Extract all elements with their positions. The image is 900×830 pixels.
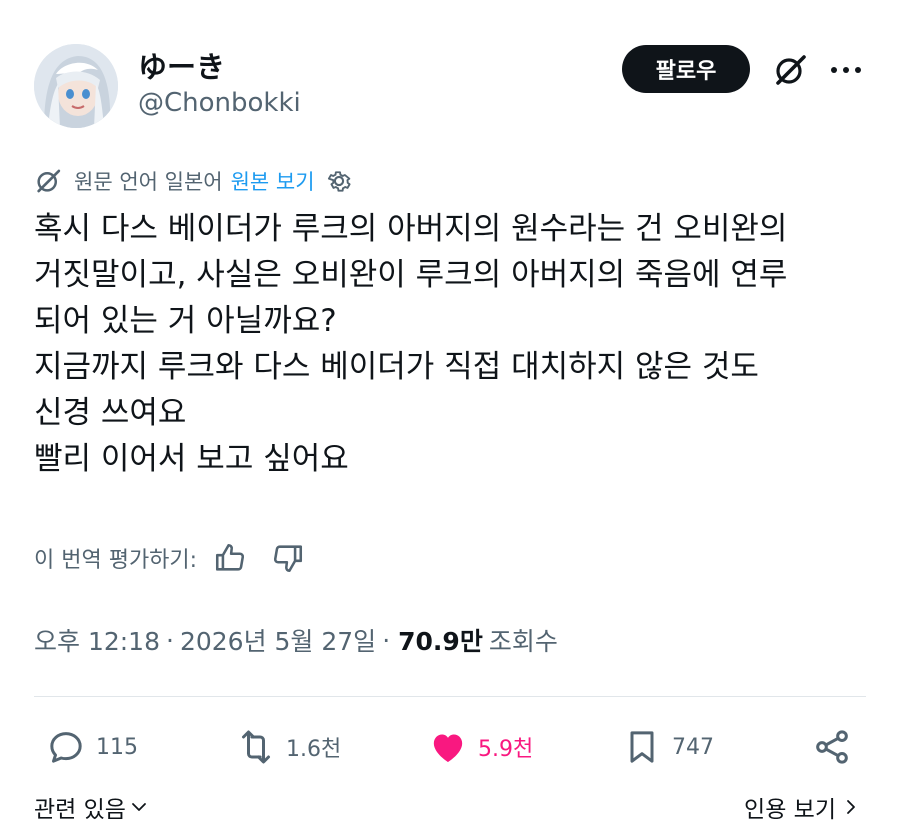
view-quotes-link[interactable]: 인용 보기 bbox=[744, 790, 858, 824]
related-dropdown[interactable]: 관련 있음 bbox=[34, 790, 148, 824]
reply-count: 115 bbox=[96, 734, 138, 760]
divider bbox=[34, 696, 866, 697]
translation-source-label: 원문 언어 일본어 bbox=[74, 170, 223, 194]
view-count-label: 조회수 bbox=[488, 627, 558, 656]
related-label: 관련 있음 bbox=[34, 797, 126, 823]
gear-icon[interactable] bbox=[325, 167, 353, 195]
grok-translate-icon bbox=[37, 169, 61, 193]
more-options-icon[interactable] bbox=[826, 54, 866, 86]
tweet-line: 혹시 다스 베이더가 루크의 아버지의 원수라는 건 오비완의 bbox=[34, 211, 788, 247]
thumbs-down-icon[interactable] bbox=[271, 541, 305, 575]
grok-icon[interactable] bbox=[772, 52, 808, 88]
translation-notice: 원문 언어 일본어 원본 보기 bbox=[34, 166, 353, 196]
tweet-line: 빨리 이어서 보고 싶어요 bbox=[34, 441, 349, 477]
chevron-right-icon bbox=[847, 800, 855, 814]
tweet-line: 신경 쓰여요 bbox=[34, 395, 187, 431]
avatar[interactable] bbox=[34, 44, 118, 128]
share-button[interactable] bbox=[812, 722, 852, 772]
thumbs-up-icon[interactable] bbox=[213, 541, 247, 575]
rate-translation-label: 이 번역 평가하기: bbox=[34, 548, 198, 573]
retweet-button[interactable]: 1.6천 bbox=[236, 722, 341, 772]
heart-filled-icon bbox=[433, 734, 463, 762]
tweet-meta: 오후 12:18 · 2026년 5월 27일 · 70.9만 조회수 bbox=[34, 622, 558, 658]
rate-translation: 이 번역 평가하기: bbox=[34, 538, 305, 578]
user-handle[interactable]: @Chonbokki bbox=[138, 88, 301, 118]
tweet-line: 지금까지 루크와 다스 베이더가 직접 대치하지 않은 것도 bbox=[34, 349, 759, 385]
meta-separator: · bbox=[382, 625, 391, 655]
like-count: 5.9천 bbox=[478, 737, 534, 762]
bookmark-icon bbox=[630, 731, 654, 763]
view-count: 70.9만 bbox=[398, 627, 483, 656]
bookmark-count: 747 bbox=[672, 734, 714, 760]
tweet-text: 혹시 다스 베이더가 루크의 아버지의 원수라는 건 오비완의 거짓말이고, 사… bbox=[34, 206, 884, 482]
chevron-down-icon bbox=[132, 803, 146, 811]
bookmark-button[interactable]: 747 bbox=[622, 722, 714, 772]
follow-button[interactable]: 팔로우 bbox=[622, 45, 750, 93]
view-quotes-label: 인용 보기 bbox=[744, 797, 836, 823]
meta-separator: · bbox=[166, 625, 174, 655]
tweet-time[interactable]: 오후 12:18 bbox=[34, 622, 160, 658]
share-icon bbox=[816, 730, 848, 764]
display-name[interactable]: ゆーき bbox=[138, 44, 225, 86]
tweet-line: 되어 있는 거 아닐까요? bbox=[34, 303, 337, 339]
tweet-date[interactable]: 2026년 5월 27일 bbox=[180, 622, 376, 658]
reply-button[interactable]: 115 bbox=[46, 722, 138, 772]
retweet-icon bbox=[242, 730, 270, 764]
retweet-count: 1.6천 bbox=[286, 737, 342, 762]
avatar-image bbox=[34, 44, 118, 128]
show-original-link[interactable]: 원본 보기 bbox=[231, 166, 315, 196]
reply-icon bbox=[50, 732, 82, 763]
like-button[interactable]: 5.9천 bbox=[428, 722, 533, 772]
tweet-line: 거짓말이고, 사실은 오비완이 루크의 아버지의 죽음에 연루 bbox=[34, 257, 788, 293]
